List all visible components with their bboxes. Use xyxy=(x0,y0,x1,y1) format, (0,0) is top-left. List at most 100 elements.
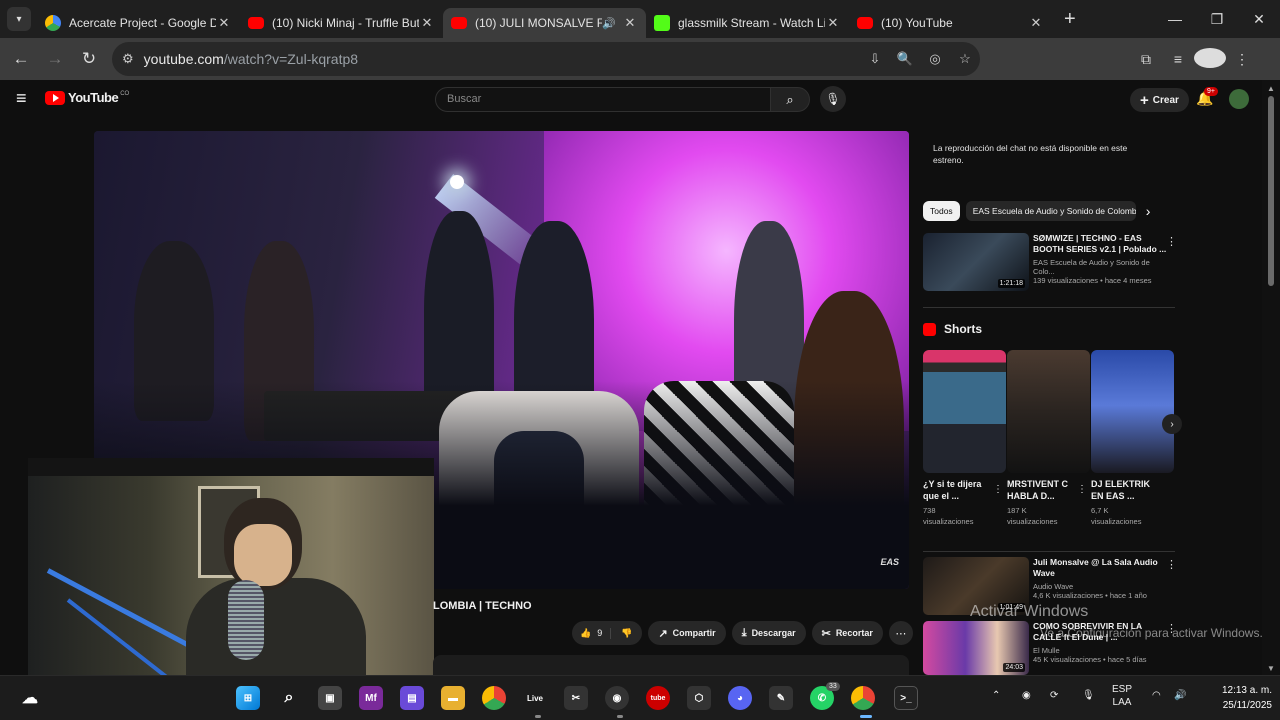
weather-icon[interactable]: ☁ xyxy=(18,686,42,710)
wifi-icon[interactable]: ◠ xyxy=(1152,690,1161,701)
more-options-icon[interactable]: ⋮ xyxy=(1166,558,1177,571)
clip-button[interactable]: ✂ Recortar xyxy=(811,621,883,645)
like-button[interactable]: 👍 9 xyxy=(572,627,612,639)
url-text[interactable]: youtube.com/watch?v=Zul-kqratp8 xyxy=(144,51,358,67)
recommendation-item[interactable]: 1:21:18 SØMWIZE | TECHNO - EAS BOOTH SER… xyxy=(923,233,1169,291)
shorts-next-button[interactable]: › xyxy=(1162,414,1182,434)
scroll-up-icon[interactable]: ▲ xyxy=(1267,84,1275,93)
close-icon[interactable]: ✕ xyxy=(825,15,841,31)
install-app-icon[interactable]: ⇩ xyxy=(860,51,890,67)
page-scrollbar[interactable]: ▲ ▼ xyxy=(1262,80,1280,675)
bookmark-star-icon[interactable]: ☆ xyxy=(950,51,980,67)
chrome-menu-icon[interactable]: ⋮ xyxy=(1226,51,1258,68)
obs-icon[interactable]: ◉ xyxy=(605,686,629,710)
terminal-icon[interactable]: >_ xyxy=(894,686,918,710)
tab-2[interactable]: (10) Nicki Minaj - Truffle Butt ✕ xyxy=(240,8,443,38)
search-input[interactable]: Buscar xyxy=(435,87,771,112)
scroll-down-icon[interactable]: ▼ xyxy=(1267,664,1275,673)
avatar[interactable] xyxy=(1229,89,1249,109)
new-tab-button[interactable]: + xyxy=(1064,8,1084,31)
short-item[interactable]: ¿Y si te dijera que el ... 738 visualizac… xyxy=(923,350,1006,527)
short-thumbnail[interactable] xyxy=(923,350,1006,473)
search-button[interactable]: ⌕ xyxy=(770,87,810,112)
epic-icon[interactable]: ✎ xyxy=(769,686,793,710)
youtube-logo[interactable]: YouTube CO xyxy=(45,90,129,105)
live-app-icon[interactable]: Live xyxy=(523,686,547,710)
search-icon[interactable]: ⌕ xyxy=(277,686,301,710)
close-icon[interactable]: ✕ xyxy=(216,15,232,31)
capcut-icon[interactable]: ✂ xyxy=(564,686,588,710)
close-icon[interactable]: ✕ xyxy=(1028,15,1044,31)
chevron-right-icon[interactable]: › xyxy=(1146,203,1151,219)
video-thumbnail[interactable]: 1:21:18 xyxy=(923,233,1029,291)
discord-icon[interactable]: ◕ xyxy=(728,686,752,710)
tab-4[interactable]: glassmilk Stream - Watch Liv ✕ xyxy=(646,8,849,38)
download-button[interactable]: ⤓ Descargar xyxy=(731,621,806,645)
microphone-icon[interactable]: 🎙 xyxy=(1082,690,1095,701)
voice-search-button[interactable]: 🎙 xyxy=(820,86,846,112)
sync-icon[interactable]: ⟳ xyxy=(1050,690,1058,701)
media-icon[interactable]: ◎ xyxy=(920,51,950,67)
file-explorer-icon[interactable]: ▬ xyxy=(441,686,465,710)
more-actions-button[interactable]: ⋯ xyxy=(888,621,913,645)
tray-overflow-icon[interactable]: ⌃ xyxy=(992,690,1000,701)
scroll-thumb[interactable] xyxy=(1268,96,1274,286)
duration-badge: 1:21:18 xyxy=(997,279,1025,288)
language-indicator[interactable]: ESP LAA xyxy=(1112,683,1132,709)
chip-all[interactable]: Todos xyxy=(923,201,960,221)
tab-search-button[interactable]: ▾ xyxy=(7,7,31,31)
mf-app-icon[interactable]: Mf xyxy=(359,686,383,710)
system-clock[interactable]: 12:13 a. m. 25/11/2025 xyxy=(1202,683,1272,713)
maximize-icon[interactable]: ❐ xyxy=(1196,0,1238,38)
site-info-icon[interactable]: ⚙ xyxy=(122,51,134,67)
more-options-icon[interactable]: ⋮ xyxy=(1077,484,1087,495)
tab-1[interactable]: Acercate Project - Google D ✕ xyxy=(37,8,240,38)
rec-channel[interactable]: El Mulle xyxy=(1033,646,1169,655)
close-icon[interactable]: ✕ xyxy=(419,15,435,31)
omnibox[interactable]: ⚙ youtube.com/watch?v=Zul-kqratp8 ⇩ 🔍 ◎ … xyxy=(112,42,980,76)
rec-channel[interactable]: Audio Wave xyxy=(1033,582,1169,591)
short-title[interactable]: DJ ELEKTRIK EN EAS ... xyxy=(1091,478,1157,502)
app-icon[interactable]: ▤ xyxy=(400,686,424,710)
description-box[interactable] xyxy=(433,655,909,675)
minimize-icon[interactable]: — xyxy=(1154,0,1196,38)
close-icon[interactable]: ✕ xyxy=(622,15,638,31)
cube-app-icon[interactable]: ⬡ xyxy=(687,686,711,710)
tray-app-icon[interactable]: ◉ xyxy=(1022,690,1031,701)
extensions-icon[interactable]: ⧉ xyxy=(1130,51,1162,68)
zoom-icon[interactable]: 🔍 xyxy=(890,51,920,67)
short-thumbnail[interactable] xyxy=(1007,350,1090,473)
start-icon[interactable]: ⊞ xyxy=(236,686,260,710)
back-icon[interactable]: ← xyxy=(4,42,38,76)
short-title[interactable]: MRSTIVENT C HABLA D... xyxy=(1007,478,1073,502)
short-item[interactable]: MRSTIVENT C HABLA D... 187 Kvisualizacio… xyxy=(1007,350,1090,527)
volume-icon[interactable]: 🔊 xyxy=(1174,690,1186,701)
more-options-icon[interactable]: ⋮ xyxy=(993,484,1003,495)
media-controls-icon[interactable]: ≡ xyxy=(1162,51,1194,67)
rec-title[interactable]: SØMWIZE | TECHNO - EAS BOOTH SERIES v2.1… xyxy=(1033,233,1169,255)
dislike-button[interactable]: 👎 xyxy=(611,628,642,639)
tab-5[interactable]: (10) YouTube ✕ xyxy=(849,8,1052,38)
tube-app-icon[interactable]: tube xyxy=(646,686,670,710)
forward-icon[interactable]: → xyxy=(38,42,72,76)
more-options-icon[interactable]: ⋮ xyxy=(1166,235,1177,248)
rec-channel[interactable]: EAS Escuela de Audio y Sonido de Colo... xyxy=(1033,258,1169,276)
chrome-icon[interactable] xyxy=(482,686,506,710)
short-thumbnail[interactable] xyxy=(1091,350,1174,473)
profile-avatar[interactable] xyxy=(1194,47,1226,71)
close-window-icon[interactable]: ✕ xyxy=(1238,0,1280,38)
short-title[interactable]: ¿Y si te dijera que el ... xyxy=(923,478,989,502)
window-controls: — ❐ ✕ xyxy=(1154,0,1280,38)
short-item[interactable]: DJ ELEKTRIK EN EAS ... 6,7 Kvisualizacio… xyxy=(1091,350,1174,527)
create-button[interactable]: + Crear xyxy=(1130,88,1189,112)
chip-channel[interactable]: EAS Escuela de Audio y Sonido de Colomb xyxy=(965,201,1136,221)
video-thumbnail[interactable]: 24:03 xyxy=(923,621,1029,675)
chrome-active-icon[interactable] xyxy=(851,686,875,710)
tab-3-active[interactable]: (10) JULI MONSALVE F2F 🔊 ✕ xyxy=(443,8,646,38)
task-view-icon[interactable]: ▣ xyxy=(318,686,342,710)
share-button[interactable]: ↗ Compartir xyxy=(648,621,726,645)
reload-icon[interactable]: ↻ xyxy=(72,42,106,76)
speaker-icon[interactable]: 🔊 xyxy=(602,17,616,30)
menu-icon[interactable]: ≡ xyxy=(16,88,27,109)
rec-title[interactable]: Juli Monsalve @ La Sala Audio Wave xyxy=(1033,557,1169,579)
